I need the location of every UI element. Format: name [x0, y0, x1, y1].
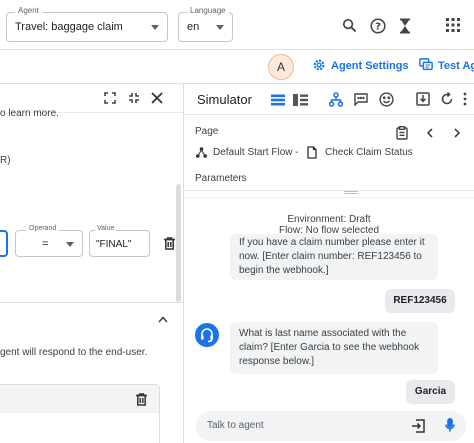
download-icon[interactable] — [416, 92, 430, 106]
divider — [184, 114, 474, 115]
page-document-icon — [307, 146, 317, 159]
flow-tree-icon[interactable] — [329, 92, 343, 107]
reset-icon[interactable] — [440, 92, 454, 106]
user-message: REF123456 — [385, 289, 455, 313]
condition-paren-text: R) — [0, 155, 11, 166]
language-select-label: Language — [187, 6, 229, 15]
divider — [184, 190, 474, 191]
simulator-title: Simulator — [197, 92, 252, 107]
help-icon[interactable]: ? — [370, 18, 386, 34]
avatar[interactable]: A — [268, 54, 294, 80]
breadcrumb-separator: - — [295, 147, 299, 158]
operand-label: Operand — [26, 225, 60, 232]
operand-value: = — [42, 238, 49, 250]
input-placeholder: Talk to agent — [207, 420, 264, 431]
fulfillment-card — [0, 384, 160, 443]
scrollbar[interactable] — [176, 184, 181, 302]
chevron-left-icon[interactable] — [426, 128, 433, 138]
split-view-icon[interactable] — [293, 94, 308, 106]
clipboard-icon[interactable] — [396, 126, 408, 140]
agent-message: What is last name associated with the cl… — [230, 322, 438, 374]
agent-select-label: Agent — [15, 6, 42, 15]
list-view-icon[interactable] — [271, 94, 285, 106]
hourglass-icon[interactable] — [399, 18, 411, 34]
fullscreen-icon[interactable] — [104, 92, 116, 104]
user-message: Garcia — [406, 380, 455, 404]
parameter-field[interactable] — [0, 230, 8, 257]
agent-message: If you have a claim number please enter … — [230, 234, 438, 280]
agent-select-value: Travel: baggage claim — [15, 21, 123, 33]
delete-icon[interactable] — [136, 393, 147, 406]
start-flow-name: Default Start Flow — [213, 147, 293, 158]
comment-icon[interactable] — [354, 93, 368, 106]
chevron-down-icon — [151, 25, 159, 30]
sub-toolbar: A Agent Settings Test Age — [0, 50, 474, 84]
chat-bubbles-icon[interactable] — [419, 58, 433, 72]
value-label: Value — [95, 225, 117, 232]
search-icon[interactable] — [342, 18, 357, 33]
chevron-down-icon — [216, 25, 224, 30]
svg-text:?: ? — [375, 22, 381, 33]
more-options-icon[interactable] — [462, 92, 468, 106]
language-select-value: en — [187, 21, 200, 33]
chevron-down-icon — [66, 242, 74, 247]
talk-to-agent-input[interactable]: Talk to agent — [196, 411, 466, 441]
parameters-label: Parameters — [195, 173, 247, 184]
simulator-panel: Simulator Page Default Start Flow - Chec… — [184, 84, 474, 443]
page-label: Page — [195, 126, 219, 137]
value-field[interactable]: Value "FINAL" — [89, 225, 150, 257]
agent-select[interactable]: Agent Travel: baggage claim — [6, 6, 168, 42]
agent-settings-button[interactable]: Agent Settings — [331, 60, 409, 72]
resize-handle[interactable] — [344, 191, 358, 194]
agent-headset-icon — [195, 323, 219, 347]
flow-icon — [196, 147, 207, 158]
chevron-right-icon[interactable] — [454, 128, 461, 138]
value-text: "FINAL" — [96, 239, 132, 250]
environment-status: Environment: Draft — [287, 214, 371, 225]
microphone-icon[interactable] — [445, 418, 455, 433]
current-page-name: Check Claim Status — [325, 147, 413, 158]
divider — [184, 197, 474, 199]
top-bar: Agent Travel: baggage claim Language en … — [0, 0, 474, 50]
route-editor-panel: o learn more. R) Operand = Value "FINAL"… — [0, 84, 184, 443]
language-select[interactable]: Language en — [178, 6, 233, 42]
delete-icon[interactable] — [164, 237, 175, 250]
gear-icon[interactable] — [312, 58, 326, 72]
emoji-icon[interactable] — [379, 92, 394, 107]
learn-more-text: o learn more. — [0, 108, 59, 119]
close-icon[interactable] — [151, 92, 163, 104]
send-icon[interactable] — [411, 419, 425, 433]
fulfillment-description: gent will respond to the end-user. — [0, 347, 148, 358]
collapse-icon[interactable] — [128, 92, 140, 104]
chevron-up-icon[interactable] — [158, 316, 168, 323]
apps-grid-icon[interactable] — [446, 18, 460, 32]
test-agent-button[interactable]: Test Age — [438, 60, 474, 72]
operand-select[interactable]: Operand = — [15, 225, 83, 257]
divider — [0, 302, 183, 303]
